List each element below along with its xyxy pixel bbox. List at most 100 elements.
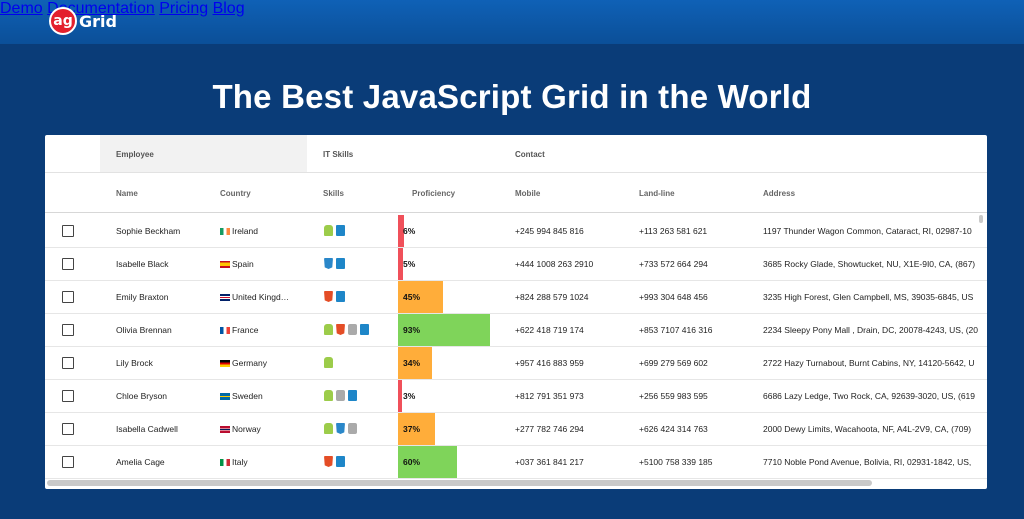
table-row[interactable]: Isabelle Black Spain 5% +444 1008 263 2910 +… (45, 248, 987, 281)
employee-name-cell: Isabella Cadwell (116, 424, 178, 434)
address-cell: 3685 Rocky Glade, Showtucket, NU, X1E-9I… (763, 259, 976, 269)
row-checkbox[interactable] (62, 324, 74, 336)
column-header-country[interactable]: Country (220, 189, 251, 198)
windows-icon (336, 258, 345, 269)
address-cell: 2234 Sleepy Pony Mall , Drain, DC, 20078… (763, 325, 978, 335)
landline-cell: +626 424 314 763 (639, 424, 708, 434)
row-checkbox[interactable] (62, 423, 74, 435)
android-icon (324, 423, 333, 434)
windows-icon (336, 456, 345, 467)
android-icon (324, 324, 333, 335)
table-row[interactable]: Lily Brock Germany 34% +957 416 883 959 +699… (45, 347, 987, 380)
proficiency-label: 6% (403, 226, 416, 236)
landline-cell: +733 572 664 294 (639, 259, 708, 269)
column-header-address[interactable]: Address (763, 189, 795, 198)
mac-icon (336, 390, 345, 401)
country-name: Sweden (232, 391, 263, 401)
country-name: United Kingd… (232, 292, 290, 302)
table-row[interactable]: Amelia Cage Italy 60% +037 361 841 217 +5100… (45, 446, 987, 479)
mac-icon (348, 423, 357, 434)
ireland-flag-icon (220, 228, 230, 235)
table-row[interactable]: Olivia Brennan France 93% +622 418 719 174 +… (45, 314, 987, 347)
group-header-employee[interactable]: Employee (100, 135, 307, 173)
proficiency-label: 37% (403, 424, 421, 434)
windows-icon (360, 324, 369, 335)
row-checkbox[interactable] (62, 258, 74, 270)
logo-grid-text: Grid (79, 11, 117, 31)
page-title: The Best JavaScript Grid in the World (212, 78, 812, 115)
landline-cell: +256 559 983 595 (639, 391, 708, 401)
css-icon (336, 423, 345, 434)
italy-flag-icon (220, 459, 230, 466)
country-cell: United Kingd… (220, 292, 289, 302)
skills-cell (324, 258, 348, 269)
row-checkbox[interactable] (62, 291, 74, 303)
skills-cell (324, 225, 348, 236)
nav-demo[interactable]: Demo (0, 0, 43, 17)
skills-cell (324, 456, 348, 467)
skills-cell (324, 324, 372, 335)
row-checkbox[interactable] (62, 456, 74, 468)
mobile-cell: +444 1008 263 2910 (515, 259, 594, 269)
group-header-it-skills[interactable]: IT Skills (307, 135, 500, 173)
address-cell: 2000 Dewy Limits, Wacahoota, NF, A4L-2V9… (763, 424, 972, 434)
group-header-spacer (45, 135, 100, 173)
skills-cell (324, 423, 360, 434)
mobile-cell: +622 418 719 174 (515, 325, 584, 335)
column-header-name[interactable]: Name (116, 189, 138, 198)
column-header-row: Name Country Skills Proficiency Mobile L… (45, 173, 987, 213)
nav-blog[interactable]: Blog (213, 0, 245, 17)
vertical-scrollbar[interactable] (979, 215, 983, 223)
table-row[interactable]: Sophie Beckham Ireland 6% +245 994 845 816 +… (45, 215, 987, 248)
country-cell: Spain (220, 259, 254, 269)
table-row[interactable]: Isabella Cadwell Norway 37% +277 782 746 29… (45, 413, 987, 446)
table-row[interactable]: Chloe Bryson Sweden 3% +812 791 351 973 +256… (45, 380, 987, 413)
proficiency-label: 34% (403, 358, 421, 368)
employee-name-cell: Olivia Brennan (116, 325, 172, 335)
employee-name-cell: Chloe Bryson (116, 391, 168, 401)
mobile-cell: +037 361 841 217 (515, 457, 584, 467)
android-icon (324, 357, 333, 368)
html-icon (336, 324, 345, 335)
data-grid: Employee IT Skills Contact Name Country … (45, 135, 987, 489)
country-cell: Italy (220, 457, 248, 467)
logo-ag-badge: ag (49, 7, 77, 35)
country-name: Germany (232, 358, 267, 368)
country-cell: Sweden (220, 391, 263, 401)
row-checkbox[interactable] (62, 390, 74, 402)
horizontal-scrollbar[interactable] (47, 480, 872, 486)
windows-icon (336, 225, 345, 236)
norway-flag-icon (220, 426, 230, 433)
row-checkbox[interactable] (62, 225, 74, 237)
country-cell: Germany (220, 358, 267, 368)
employee-name-cell: Lily Brock (116, 358, 153, 368)
landline-cell: +853 7107 416 316 (639, 325, 713, 335)
android-icon (324, 225, 333, 236)
country-name: Spain (232, 259, 254, 269)
country-name: Italy (232, 457, 248, 467)
group-label-employee: Employee (116, 150, 154, 159)
top-navigation-bar: ag Grid Demo Documentation Pricing Blog (0, 0, 1024, 44)
nav-pricing[interactable]: Pricing (159, 0, 208, 17)
column-header-proficiency[interactable]: Proficiency (412, 189, 455, 198)
column-header-mobile[interactable]: Mobile (515, 189, 540, 198)
windows-icon (348, 390, 357, 401)
table-row[interactable]: Emily Braxton United Kingd… 45% +824 288 57… (45, 281, 987, 314)
address-cell: 3235 High Forest, Glen Campbell, MS, 390… (763, 292, 974, 302)
row-checkbox[interactable] (62, 357, 74, 369)
address-cell: 7710 Noble Pond Avenue, Bolivia, RI, 029… (763, 457, 972, 467)
column-header-skills[interactable]: Skills (323, 189, 344, 198)
mobile-cell: +277 782 746 294 (515, 424, 584, 434)
address-cell: 1197 Thunder Wagon Common, Cataract, RI,… (763, 226, 972, 236)
landline-cell: +993 304 648 456 (639, 292, 708, 302)
html-icon (324, 456, 333, 467)
ag-grid-logo[interactable]: ag Grid (49, 7, 117, 35)
windows-icon (336, 291, 345, 302)
column-header-landline[interactable]: Land-line (639, 189, 675, 198)
mobile-cell: +812 791 351 973 (515, 391, 584, 401)
spain-flag-icon (220, 261, 230, 268)
android-icon (324, 390, 333, 401)
skills-cell (324, 390, 360, 401)
proficiency-label: 45% (403, 292, 421, 302)
group-header-contact[interactable]: Contact (500, 135, 987, 173)
